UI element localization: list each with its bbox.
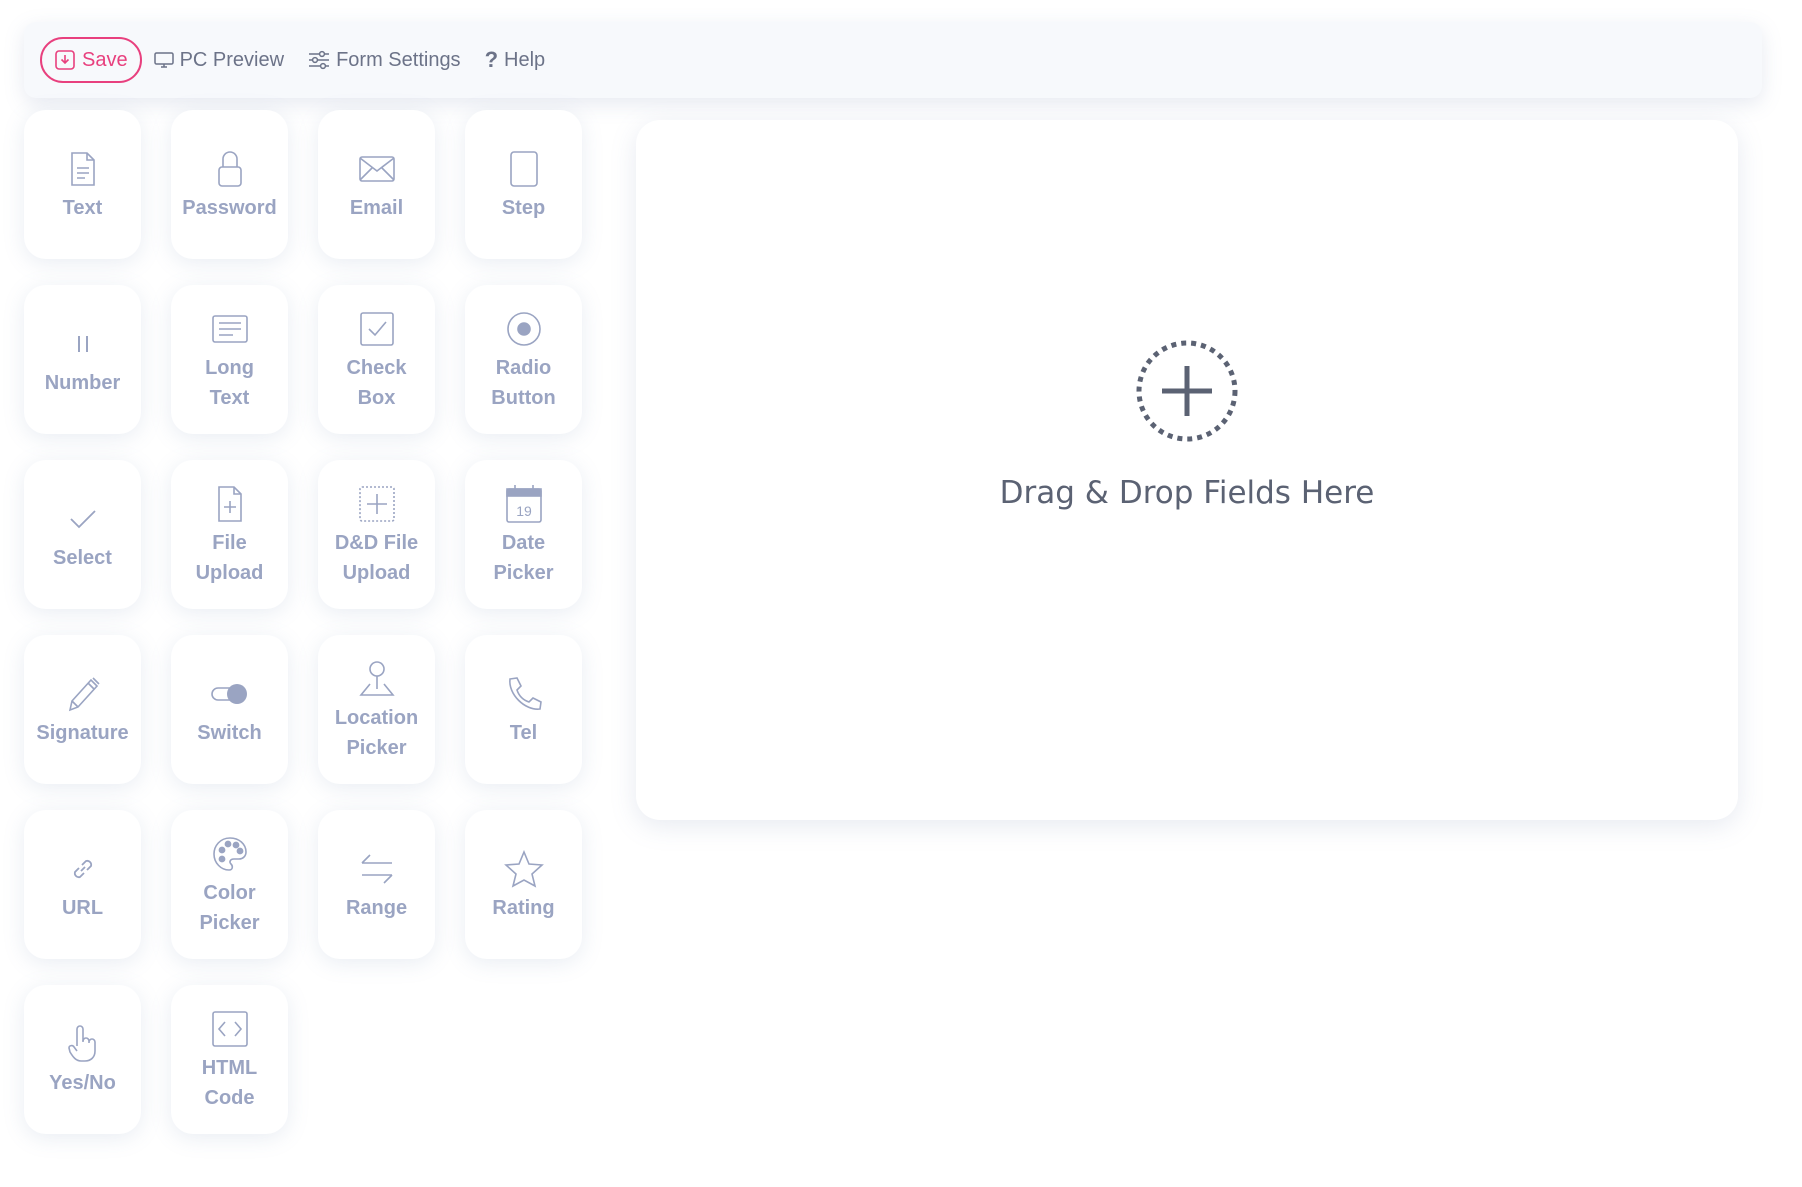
help-label: Help	[504, 48, 546, 71]
field-tile-label: Location	[334, 706, 419, 729]
drop-zone-text: Drag & Drop Fields Here	[999, 475, 1375, 511]
radio-icon	[505, 307, 543, 351]
field-tile-label-line2: Upload	[195, 561, 264, 584]
checkbox-icon	[359, 307, 395, 351]
save-icon	[54, 49, 76, 71]
field-tile-text[interactable]: Text	[24, 110, 141, 259]
field-tile-switch[interactable]: Switch	[171, 635, 288, 784]
lock-icon	[217, 147, 243, 191]
long-text-icon	[211, 307, 249, 351]
field-tile-date-picker[interactable]: 19 Date Picker	[465, 460, 582, 609]
monitor-icon	[153, 51, 174, 69]
sliders-icon	[308, 50, 330, 70]
star-icon	[503, 847, 544, 891]
phone-icon	[505, 672, 543, 716]
field-tile-label: Switch	[197, 721, 262, 744]
field-tile-range[interactable]: Range	[318, 810, 435, 959]
pc-preview-button[interactable]: PC Preview	[153, 48, 285, 72]
range-arrows-icon	[358, 847, 396, 891]
document-icon	[68, 147, 98, 191]
field-tile-html-code[interactable]: HTML Code	[171, 985, 288, 1134]
check-icon	[68, 497, 98, 541]
number-icon	[73, 322, 93, 366]
field-tile-long-text[interactable]: Long Text	[171, 285, 288, 434]
field-tile-label: Date	[501, 531, 546, 554]
field-tile-label-line2: Picker	[493, 561, 554, 584]
save-button[interactable]: Save	[40, 37, 142, 83]
field-tile-step[interactable]: Step	[465, 110, 582, 259]
question-icon: ?	[484, 47, 499, 72]
field-tile-label: Number	[44, 371, 121, 394]
add-circle-icon	[1134, 338, 1240, 449]
field-tile-color-picker[interactable]: Color Picker	[171, 810, 288, 959]
field-tile-check-box[interactable]: Check Box	[318, 285, 435, 434]
field-tile-label-line2: Picker	[199, 911, 260, 934]
calendar-icon: 19	[505, 482, 543, 526]
field-tile-tel[interactable]: Tel	[465, 635, 582, 784]
field-tile-url[interactable]: URL	[24, 810, 141, 959]
step-icon	[509, 147, 539, 191]
field-tile-label-line2: Code	[204, 1086, 255, 1109]
field-tile-label: Signature	[36, 721, 129, 744]
field-tile-label: HTML	[201, 1056, 258, 1079]
field-tile-label: Color	[203, 881, 256, 904]
field-tile-signature[interactable]: Signature	[24, 635, 141, 784]
field-tile-label: File	[212, 531, 247, 554]
pen-icon	[64, 672, 102, 716]
form-settings-label: Form Settings	[336, 48, 461, 71]
field-tile-email[interactable]: Email	[318, 110, 435, 259]
help-button[interactable]: ? Help	[485, 47, 546, 73]
field-tile-file-upload[interactable]: File Upload	[171, 460, 288, 609]
toolbar: Save PC Preview Form Settings ? Help	[24, 22, 1762, 98]
field-tile-label: Step	[501, 196, 546, 219]
field-tile-label: Email	[349, 196, 404, 219]
pc-preview-label: PC Preview	[179, 48, 285, 71]
envelope-icon	[358, 147, 396, 191]
calendar-day: 19	[516, 503, 532, 519]
field-tile-dnd-file-upload[interactable]: D&D File Upload	[318, 460, 435, 609]
location-pin-icon	[357, 657, 397, 701]
file-upload-icon	[215, 482, 245, 526]
field-tile-label-line2: Picker	[346, 736, 407, 759]
field-tile-label: Check	[346, 356, 407, 379]
field-tile-label: URL	[61, 896, 104, 919]
field-tile-label-line2: Text	[209, 386, 250, 409]
drop-zone-content: Drag & Drop Fields Here	[636, 338, 1738, 511]
field-tile-number[interactable]: Number	[24, 285, 141, 434]
field-tile-select[interactable]: Select	[24, 460, 141, 609]
field-tile-label: D&D File	[334, 531, 419, 554]
field-tile-label: Tel	[509, 721, 538, 744]
field-tile-label: Password	[182, 196, 277, 219]
save-label: Save	[82, 48, 128, 71]
field-tile-password[interactable]: Password	[171, 110, 288, 259]
field-tile-label-line2: Button	[491, 386, 556, 409]
field-tile-label: Select	[53, 546, 112, 569]
palette-icon	[211, 832, 249, 876]
code-icon	[211, 1007, 249, 1051]
field-tile-radio-button[interactable]: Radio Button	[465, 285, 582, 434]
field-tile-label-line2: Box	[357, 386, 396, 409]
field-tile-label: Range	[345, 896, 408, 919]
pointer-hand-icon	[66, 1022, 100, 1066]
field-tile-location-picker[interactable]: Location Picker	[318, 635, 435, 784]
field-tile-label: Rating	[492, 896, 555, 919]
field-tile-label: Radio	[495, 356, 552, 379]
field-tile-rating[interactable]: Rating	[465, 810, 582, 959]
link-icon	[68, 847, 98, 891]
field-tile-label: Text	[62, 196, 103, 219]
drop-zone[interactable]: Drag & Drop Fields Here	[636, 120, 1738, 820]
dnd-upload-icon	[358, 482, 396, 526]
field-tile-label-line2: Upload	[342, 561, 411, 584]
toggle-icon	[210, 672, 250, 716]
form-settings-button[interactable]: Form Settings	[308, 48, 461, 72]
field-tile-yes-no[interactable]: Yes/No	[24, 985, 141, 1134]
field-tile-label: Yes/No	[49, 1071, 116, 1094]
field-tile-label: Long	[205, 356, 254, 379]
